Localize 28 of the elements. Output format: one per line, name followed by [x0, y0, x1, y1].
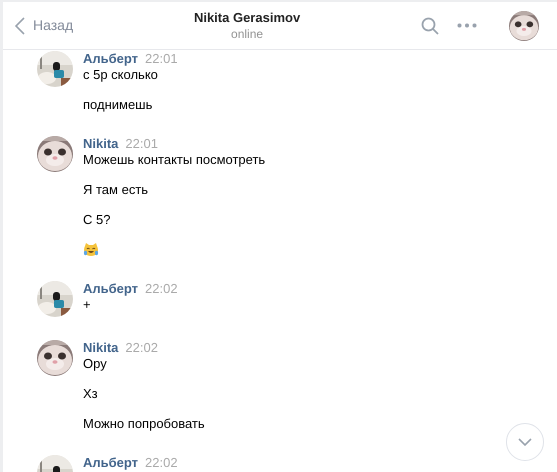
- more-icon[interactable]: [457, 23, 477, 28]
- author-name[interactable]: Альберт: [83, 51, 138, 67]
- message-text: Ору: [83, 356, 108, 372]
- author-name[interactable]: Альберт: [83, 281, 138, 297]
- author-name[interactable]: Альберт: [83, 455, 138, 471]
- message-text: С 5?: [83, 212, 112, 228]
- chevron-down-icon: [518, 438, 532, 446]
- author-name[interactable]: Nikita: [83, 340, 118, 356]
- message-text: Я там есть: [83, 182, 150, 198]
- online-status: online: [231, 26, 264, 42]
- message-text: Можно попробовать: [83, 416, 205, 432]
- message-text: Можешь контакты посмотреть: [83, 152, 266, 168]
- author-name[interactable]: Nikita: [83, 136, 118, 152]
- chat-title: Nikita Gerasimov: [194, 10, 300, 26]
- message-text: поднимешь: [83, 97, 154, 113]
- back-button[interactable]: Назад: [3, 15, 74, 36]
- laughing-cat-emoji-icon: [83, 242, 99, 258]
- message-time: 22:02: [145, 455, 178, 471]
- message-text: +: [83, 297, 92, 313]
- message-time: 22:01: [125, 136, 158, 152]
- message-time: 22:01: [145, 51, 178, 67]
- message-time: 22:02: [145, 281, 178, 297]
- message-text: с 5р сколько: [83, 67, 159, 83]
- search-icon[interactable]: [421, 16, 439, 34]
- message-time: 22:02: [125, 340, 158, 356]
- message-text: Хз: [83, 386, 99, 402]
- chevron-left-icon: [15, 16, 25, 34]
- scroll-down-button[interactable]: [506, 423, 544, 461]
